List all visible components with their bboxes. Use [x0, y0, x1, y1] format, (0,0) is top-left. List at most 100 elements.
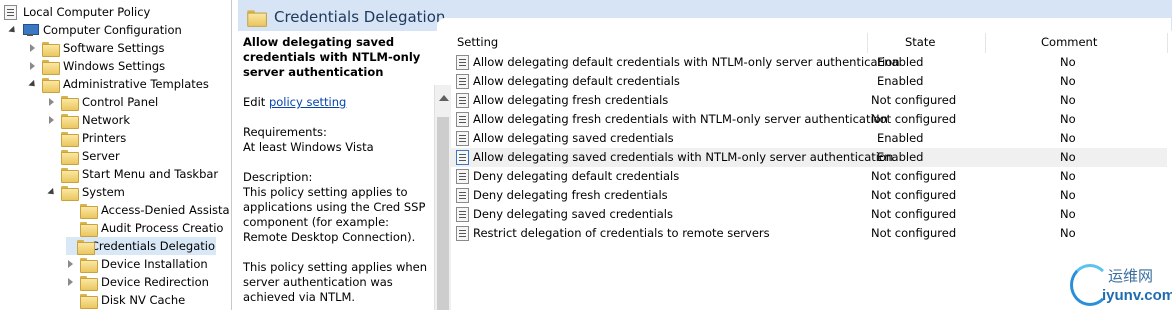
setting-comment: No	[1060, 93, 1076, 107]
expand-closed-icon[interactable]	[66, 273, 76, 291]
folder-icon	[61, 167, 79, 183]
expand-open-icon[interactable]	[47, 183, 57, 201]
tree-node-disk-nv-cache[interactable]: Disk NV Cache	[66, 291, 185, 309]
table-row[interactable]: Deny delegating saved credentials Not co…	[451, 205, 1167, 224]
tree-node-credentials-delegation[interactable]: Credentials Delegatio	[66, 237, 216, 255]
description-label: Description:	[243, 170, 313, 184]
policy-setting-icon	[456, 188, 469, 203]
tree-node-access-denied[interactable]: Access-Denied Assista	[66, 201, 230, 219]
table-row-selected[interactable]: Allow delegating saved credentials with …	[451, 148, 1167, 167]
folder-icon	[61, 149, 79, 165]
table-row[interactable]: Deny delegating fresh credentials Not co…	[451, 186, 1167, 205]
column-header-setting[interactable]: Setting	[457, 33, 498, 51]
folder-icon	[61, 131, 79, 147]
description-paragraph-1: This policy setting applies to applicati…	[243, 185, 426, 244]
setting-state: Not configured	[871, 112, 957, 126]
policy-setting-link[interactable]: policy setting	[269, 95, 346, 109]
folder-icon	[42, 77, 60, 93]
folder-icon	[80, 275, 98, 291]
tree-label: Printers	[82, 131, 127, 145]
pane-title: Credentials Delegation	[274, 8, 446, 26]
tree-label: Server	[82, 149, 120, 163]
setting-comment: No	[1060, 74, 1076, 88]
description-paragraph-2: This policy setting applies when server …	[243, 260, 428, 304]
tree-label: Network	[82, 113, 131, 127]
expand-closed-icon[interactable]	[28, 57, 38, 75]
setting-state: Not configured	[871, 188, 957, 202]
tree-label: Software Settings	[63, 41, 165, 55]
expand-closed-icon[interactable]	[47, 93, 57, 111]
table-row[interactable]: Allow delegating default credentials Ena…	[451, 72, 1167, 91]
policy-setting-icon	[456, 150, 469, 165]
tree-node-system[interactable]: System	[47, 183, 125, 201]
policy-setting-icon	[456, 55, 469, 70]
requirements-value: At least Windows Vista	[243, 140, 374, 154]
tree-label: Windows Settings	[63, 59, 166, 73]
setting-name: Allow delegating fresh credentials	[473, 93, 669, 107]
folder-icon	[61, 185, 79, 201]
expand-closed-icon[interactable]	[47, 111, 57, 129]
tree-node-windows-settings[interactable]: Windows Settings	[28, 57, 165, 75]
folder-icon	[80, 203, 98, 219]
setting-state: Not configured	[871, 207, 957, 221]
policy-setting-icon	[456, 169, 469, 184]
tree-label: Administrative Templates	[63, 77, 209, 91]
tree-node-device-redirection[interactable]: Device Redirection	[66, 273, 209, 291]
tree-label: System	[82, 185, 125, 199]
watermark-en: iyunv.com	[1102, 287, 1172, 304]
table-row[interactable]: Allow delegating fresh credentials with …	[451, 110, 1167, 129]
tree-node-administrative-templates[interactable]: Administrative Templates	[28, 75, 209, 93]
table-row[interactable]: Allow delegating default credentials wit…	[451, 53, 1167, 72]
tree-node-server[interactable]: Server	[47, 147, 120, 165]
folder-icon	[76, 239, 96, 255]
setting-name: Allow delegating saved credentials	[473, 131, 674, 145]
watermark-logo: 运维网 iyunv.com	[1068, 260, 1172, 310]
table-row[interactable]: Restrict delegation of credentials to re…	[451, 224, 1167, 243]
scroll-thumb[interactable]	[437, 117, 449, 310]
watermark-cn: 运维网	[1108, 267, 1154, 285]
setting-state: Enabled	[877, 131, 924, 145]
setting-state: Enabled	[877, 150, 924, 164]
table-row[interactable]: Allow delegating fresh credentials Not c…	[451, 91, 1167, 110]
setting-state: Not configured	[871, 93, 957, 107]
setting-state: Not configured	[871, 226, 957, 240]
expand-closed-icon[interactable]	[66, 255, 76, 273]
tree-node-control-panel[interactable]: Control Panel	[47, 93, 158, 111]
edit-prefix: Edit	[243, 95, 266, 109]
tree-node-device-installation[interactable]: Device Installation	[66, 255, 208, 273]
folder-icon	[42, 41, 60, 57]
setting-comment: No	[1060, 150, 1076, 164]
policy-setting-icon	[456, 112, 469, 127]
tree-node-software-settings[interactable]: Software Settings	[28, 39, 165, 57]
tree-label: Disk NV Cache	[101, 293, 186, 307]
expand-open-icon[interactable]	[8, 21, 18, 39]
setting-comment: No	[1060, 55, 1076, 69]
setting-name: Allow delegating saved credentials with …	[473, 150, 894, 164]
table-row[interactable]: Deny delegating default credentials Not …	[451, 167, 1167, 186]
tree-node-network[interactable]: Network	[47, 111, 130, 129]
setting-state: Not configured	[871, 169, 957, 183]
setting-comment: No	[1060, 112, 1076, 126]
tree-node-audit-process[interactable]: Audit Process Creatio	[66, 219, 223, 237]
setting-comment: No	[1060, 226, 1076, 240]
scroll-up-icon[interactable]	[439, 95, 449, 101]
column-header-state[interactable]: State	[905, 33, 935, 51]
expand-open-icon[interactable]	[28, 75, 38, 93]
policy-setting-icon	[456, 131, 469, 146]
description-scrollbar[interactable]	[434, 85, 451, 310]
table-row[interactable]: Allow delegating saved credentials Enabl…	[451, 129, 1167, 148]
tree-node-local-computer-policy[interactable]: Local Computer Policy	[4, 3, 150, 21]
tree-label: Local Computer Policy	[23, 5, 151, 19]
column-header-comment[interactable]: Comment	[1041, 33, 1097, 51]
tree-label: Start Menu and Taskbar	[82, 167, 219, 181]
tree-label: Audit Process Creatio	[101, 221, 224, 235]
tree-node-computer-configuration[interactable]: Computer Configuration	[8, 21, 182, 39]
setting-comment: No	[1060, 207, 1076, 221]
expand-closed-icon[interactable]	[28, 39, 38, 57]
tree-node-printers[interactable]: Printers	[47, 129, 126, 147]
setting-name: Deny delegating saved credentials	[473, 207, 673, 221]
setting-name: Allow delegating default credentials wit…	[473, 55, 900, 69]
policy-title: Allow delegating saved credentials with …	[243, 35, 421, 79]
policy-tree: Local Computer Policy Computer Configura…	[0, 0, 232, 310]
tree-node-start-menu[interactable]: Start Menu and Taskbar	[47, 165, 218, 183]
